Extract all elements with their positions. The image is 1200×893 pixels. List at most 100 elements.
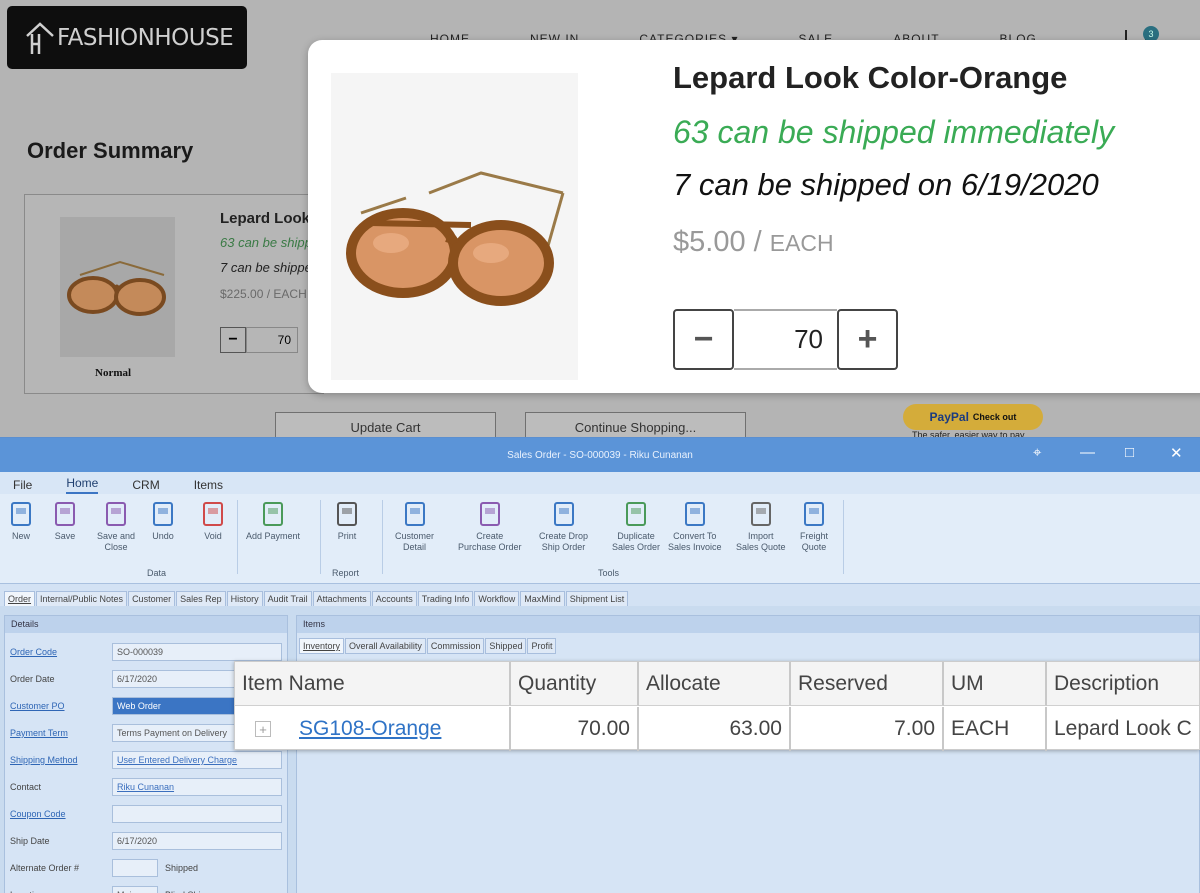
tab-accounts[interactable]: Accounts — [371, 591, 417, 606]
undo-icon — [150, 500, 176, 528]
freight-icon — [801, 500, 827, 528]
items-grid-zoom: Item Name Quantity Allocate Reserved UM … — [234, 661, 1200, 751]
field-input[interactable]: Main — [112, 886, 158, 893]
field-input[interactable]: 6/17/2020 — [112, 832, 282, 850]
paypal-checkout-button[interactable]: PayPal Check out — [903, 404, 1043, 430]
close-icon[interactable]: ✕ — [1170, 444, 1183, 462]
ship-now-text: 63 can be shipped immediately — [673, 114, 1115, 150]
image-caption: Normal — [95, 367, 132, 379]
field-label[interactable]: Shipping Method — [10, 755, 110, 765]
ribbon-separator — [237, 500, 238, 574]
decrease-button[interactable]: − — [673, 309, 734, 370]
header-item-name[interactable]: Item Name — [235, 662, 511, 706]
ribbon-button-convert-to-sales-invoice[interactable]: Convert To Sales Invoice — [668, 500, 722, 553]
ribbon-button-freight-quote[interactable]: Freight Quote — [800, 500, 828, 553]
item-tab-profit[interactable]: Profit — [527, 638, 557, 654]
price-unit: EACH — [273, 287, 307, 301]
ribbon-button-customer-detail[interactable]: Customer Detail — [395, 500, 434, 553]
tab-order[interactable]: Order — [4, 591, 36, 606]
header-um[interactable]: UM — [944, 662, 1047, 706]
header-allocate[interactable]: Allocate — [639, 662, 791, 706]
field-label[interactable]: Order Code — [10, 647, 110, 657]
tab-internal-public-notes[interactable]: Internal/Public Notes — [36, 591, 128, 606]
ribbon-separator — [382, 500, 383, 574]
field-input[interactable]: Riku Cunanan — [112, 778, 282, 796]
house-logo-icon — [26, 21, 54, 54]
ribbon-separator — [843, 500, 844, 574]
ribbon-button-new[interactable]: New — [8, 500, 34, 542]
ribbon-button-add-payment[interactable]: Add Payment — [246, 500, 300, 542]
item-tab-inventory[interactable]: Inventory — [299, 638, 345, 654]
item-tab-shipped[interactable]: Shipped — [485, 638, 527, 654]
menu-items[interactable]: Items — [194, 478, 223, 494]
increase-button[interactable]: + — [837, 309, 898, 370]
ribbon-button-save[interactable]: Save — [52, 500, 78, 542]
item-tab-overall-availability[interactable]: Overall Availability — [345, 638, 426, 654]
fashionhouse-logo[interactable]: FASHIONHOUSE — [7, 6, 247, 69]
ribbon-button-label: Import Sales Quote — [736, 531, 786, 552]
ribbon-button-create-drop-ship-order[interactable]: Create Drop Ship Order — [539, 500, 588, 553]
ribbon-button-label: Save and Close — [97, 531, 136, 552]
item-tab-commission[interactable]: Commission — [426, 638, 485, 654]
header-reserved[interactable]: Reserved — [791, 662, 944, 706]
minimize-icon[interactable]: — — [1080, 444, 1095, 461]
tab-sales-rep[interactable]: Sales Rep — [176, 591, 226, 606]
details-title: Details — [5, 616, 287, 633]
ribbon-button-create-purchase-order[interactable]: Create Purchase Order — [458, 500, 522, 553]
ribbon-button-label: Void — [204, 531, 222, 541]
new-document-icon — [8, 500, 34, 528]
ribbon-button-save-and-close[interactable]: Save and Close — [97, 500, 135, 553]
ribbon-button-undo[interactable]: Undo — [150, 500, 176, 542]
maximize-icon[interactable]: □ — [1125, 444, 1134, 461]
field-input[interactable] — [112, 859, 158, 877]
field-row: Coupon Code — [10, 804, 110, 824]
tab-shipment-list[interactable]: Shipment List — [565, 591, 629, 606]
ribbon-button-label: New — [11, 531, 30, 541]
header-quantity[interactable]: Quantity — [511, 662, 639, 706]
menu-home[interactable]: Home — [66, 476, 99, 494]
field-row: Order Date — [10, 669, 110, 689]
sunglasses-image — [67, 260, 166, 316]
cell-um: EACH — [944, 707, 1047, 751]
ribbon-button-duplicate-sales-order[interactable]: Duplicate Sales Order — [612, 500, 660, 553]
header-description[interactable]: Description — [1047, 662, 1199, 706]
import-quote-icon — [748, 500, 774, 528]
quantity-value[interactable]: 70 — [246, 327, 298, 353]
ribbon-button-label: Duplicate Sales Order — [612, 531, 661, 552]
ribbon-button-void[interactable]: Void — [200, 500, 226, 542]
purchase-order-icon — [477, 500, 503, 528]
ribbon-button-import-sales-quote[interactable]: Import Sales Quote — [736, 500, 786, 553]
ribbon-button-label: Undo — [152, 531, 174, 541]
ribbon-button-print[interactable]: Print — [334, 500, 360, 542]
decrease-button[interactable]: − — [220, 327, 246, 353]
expand-row-icon[interactable]: + — [255, 721, 271, 737]
tab-attachments[interactable]: Attachments — [312, 591, 371, 606]
field-label[interactable]: Customer PO — [10, 701, 110, 711]
sunglasses-image — [346, 171, 565, 306]
product-name[interactable]: Lepard Look Color-Orange — [673, 60, 1067, 96]
items-panel: Items Inventory Overall Availability Commi… — [296, 615, 1200, 893]
table-row[interactable]: + SG108-Orange 70.00 63.00 7.00 EACH Lep… — [235, 707, 1199, 751]
tab-maxmind[interactable]: MaxMind — [520, 591, 565, 606]
blind-ship-checkbox-label[interactable]: Blind Ship — [165, 885, 206, 893]
shipped-checkbox-label[interactable]: Shipped — [165, 858, 198, 878]
tab-customer[interactable]: Customer — [128, 591, 176, 606]
field-input[interactable]: User Entered Delivery Charge — [112, 751, 282, 769]
item-link[interactable]: SG108-Orange — [299, 717, 441, 741]
quantity-input[interactable]: 70 — [734, 309, 837, 370]
tab-audit-trail[interactable]: Audit Trail — [263, 591, 312, 606]
cell-reserved: 7.00 — [791, 707, 944, 751]
tab-history[interactable]: History — [226, 591, 263, 606]
menu-crm[interactable]: CRM — [132, 478, 159, 494]
field-input[interactable]: SO-000039 — [112, 643, 282, 661]
menu-file[interactable]: File — [13, 478, 32, 494]
field-label[interactable]: Payment Term — [10, 728, 110, 738]
expand-icon[interactable]: ⌖ — [1033, 444, 1041, 461]
tab-workflow[interactable]: Workflow — [474, 591, 520, 606]
field-row: Payment Term — [10, 723, 110, 743]
price-value: $225.00 — [220, 287, 264, 301]
tab-trading-info[interactable]: Trading Info — [417, 591, 474, 606]
field-label[interactable]: Coupon Code — [10, 809, 110, 819]
cell-item-name: + SG108-Orange — [235, 707, 511, 751]
field-input[interactable] — [112, 805, 282, 823]
